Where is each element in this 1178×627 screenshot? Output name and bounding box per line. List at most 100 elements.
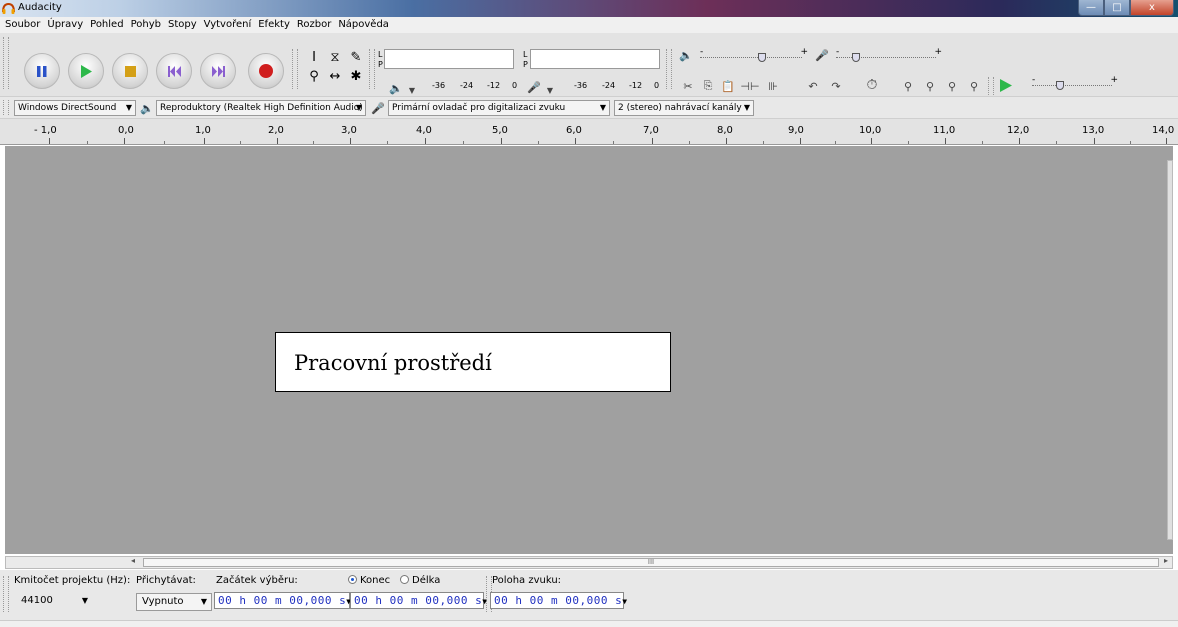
radio-selected-icon [348,575,357,584]
end-radio[interactable]: Konec [348,575,390,586]
close-icon: x [1149,2,1155,13]
snap-select[interactable]: Vypnuto ▼ [136,593,212,611]
toolbar-grip[interactable] [988,77,994,95]
menu-file[interactable]: Soubor [5,17,40,33]
speaker-icon[interactable]: 🔈 [388,80,404,96]
ruler-tick-label: 0,0 [118,125,134,136]
snap-value: Vypnuto [142,596,184,607]
track-workspace[interactable]: Pracovní prostředí [5,146,1173,554]
chevron-down-icon: ▼ [200,597,207,606]
play-button[interactable] [68,53,104,89]
skip-to-start-button[interactable] [156,53,192,89]
selection-tool-icon[interactable]: I [304,49,324,66]
audio-host-select[interactable]: Windows DirectSound ▼ [14,100,136,116]
toolbar-grip[interactable] [666,49,672,89]
recording-meter[interactable] [530,49,660,69]
ruler-minor-tick [387,141,388,144]
menu-help[interactable]: Nápověda [338,17,389,33]
silence-icon[interactable]: ⊪ [765,78,781,94]
ruler-tick [501,138,502,144]
ruler-minor-tick [463,141,464,144]
ruler-tick [726,138,727,144]
menu-edit[interactable]: Úpravy [47,17,83,33]
toolbar-grip[interactable] [3,100,9,115]
sync-lock-icon[interactable]: ⏱ [864,77,880,93]
microphone-icon[interactable]: 🎤 [526,79,542,95]
status-bar [0,620,1178,627]
input-channels-select[interactable]: 2 (stereo) nahrávací kanály ▼ [614,100,754,116]
ruler-tick-label: 2,0 [268,125,284,136]
pause-button[interactable] [24,53,60,89]
input-device-select[interactable]: Primární ovladač pro digitalizaci zvuku ▼ [388,100,610,116]
menu-view[interactable]: Pohled [90,17,123,33]
chevron-down-icon: ▼ [81,596,88,605]
play-meter-left-label: L [378,50,383,59]
undo-icon[interactable]: ↶ [805,78,821,94]
close-button[interactable]: x [1130,0,1174,16]
ruler-minor-tick [240,141,241,144]
toolbar-grip[interactable] [3,37,9,89]
ruler-tick-label: 6,0 [566,125,582,136]
menu-transport[interactable]: Pohyb [131,17,161,33]
length-radio-label: Délka [412,575,441,586]
output-device-select[interactable]: Reproduktory (Realtek High Definition Au… [156,100,366,116]
horizontal-scrollbar[interactable]: ◂ III ▸ [5,556,1173,569]
maximize-button[interactable]: □ [1104,0,1130,16]
audio-position-time[interactable]: 00 h 00 m 00,000 s▼ [490,592,627,609]
zoom-out-icon[interactable]: ⚲ [922,78,938,94]
ruler-tick-label: 12,0 [1007,125,1030,136]
ruler-tick-label: 7,0 [643,125,659,136]
minimize-button[interactable]: — [1078,0,1104,16]
draw-tool-icon[interactable]: ✎ [346,49,366,66]
window-title: Audacity [18,2,62,13]
envelope-tool-icon[interactable]: ⧖ [325,49,345,66]
recording-volume-slider[interactable]: + - [836,47,942,63]
ruler-tick-label: 10,0 [859,125,882,136]
scroll-right-icon[interactable]: ▸ [1164,556,1168,565]
meter-tick: -36 [574,81,588,90]
audio-position-label: Poloha zvuku: [492,575,562,586]
menu-analyze[interactable]: Rozbor [297,17,331,33]
playback-meter[interactable] [384,49,514,69]
meter-tick: 0 [512,81,518,90]
copy-icon[interactable]: ⎘ [700,78,716,94]
menu-generate[interactable]: Vytvoření [204,17,252,33]
zoom-tool-icon[interactable]: ⚲ [304,68,324,85]
toolbar-grip[interactable] [292,49,298,89]
selection-start-time[interactable]: 00 h 00 m 00,000 s▼ [214,592,351,609]
input-device-value: Primární ovladač pro digitalizaci zvuku [392,103,566,113]
selection-end-time[interactable]: 00 h 00 m 00,000 s▼ [350,592,487,609]
multi-tool-icon[interactable]: ✱ [346,68,366,85]
redo-icon[interactable]: ↷ [828,78,844,94]
fit-project-icon[interactable]: ⚲ [966,78,982,94]
timeline-ruler[interactable]: - 1,0 0,0 1,0 2,0 3,0 4,0 5,0 6,0 7,0 8,… [0,120,1178,145]
toolbar-grip[interactable] [3,576,9,612]
fit-selection-icon[interactable]: ⚲ [944,78,960,94]
audacity-logo-icon [2,2,15,14]
stop-button[interactable] [112,53,148,89]
paste-icon[interactable]: 📋 [720,78,736,94]
play-meter-right-label: P [378,60,383,69]
vertical-scrollbar[interactable] [1167,160,1173,540]
menu-tracks[interactable]: Stopy [168,17,197,33]
skip-to-end-icon [211,65,225,77]
title-bar: Audacity — □ x [0,0,1178,17]
length-radio[interactable]: Délka [400,575,440,586]
ruler-minor-tick [763,141,764,144]
cut-icon[interactable]: ✂ [680,78,696,94]
record-button[interactable] [248,53,284,89]
scroll-left-icon[interactable]: ◂ [131,556,135,565]
play-at-speed-icon[interactable] [1000,79,1012,92]
trim-icon[interactable]: ⊣⊢ [740,78,759,94]
playback-volume-slider[interactable]: + - [700,47,808,63]
toolbar-grip[interactable] [369,49,375,89]
ruler-minor-tick [613,141,614,144]
skip-to-end-button[interactable] [200,53,236,89]
zoom-in-icon[interactable]: ⚲ [900,78,916,94]
menu-effects[interactable]: Efekty [258,17,290,33]
ruler-minor-tick [908,141,909,144]
horizontal-scroll-thumb[interactable]: III [143,558,1159,567]
project-rate-select[interactable]: 44100 ▼ [16,593,92,611]
time-shift-tool-icon[interactable]: ↔ [325,68,345,85]
play-at-speed-slider[interactable]: + - [1032,75,1118,91]
